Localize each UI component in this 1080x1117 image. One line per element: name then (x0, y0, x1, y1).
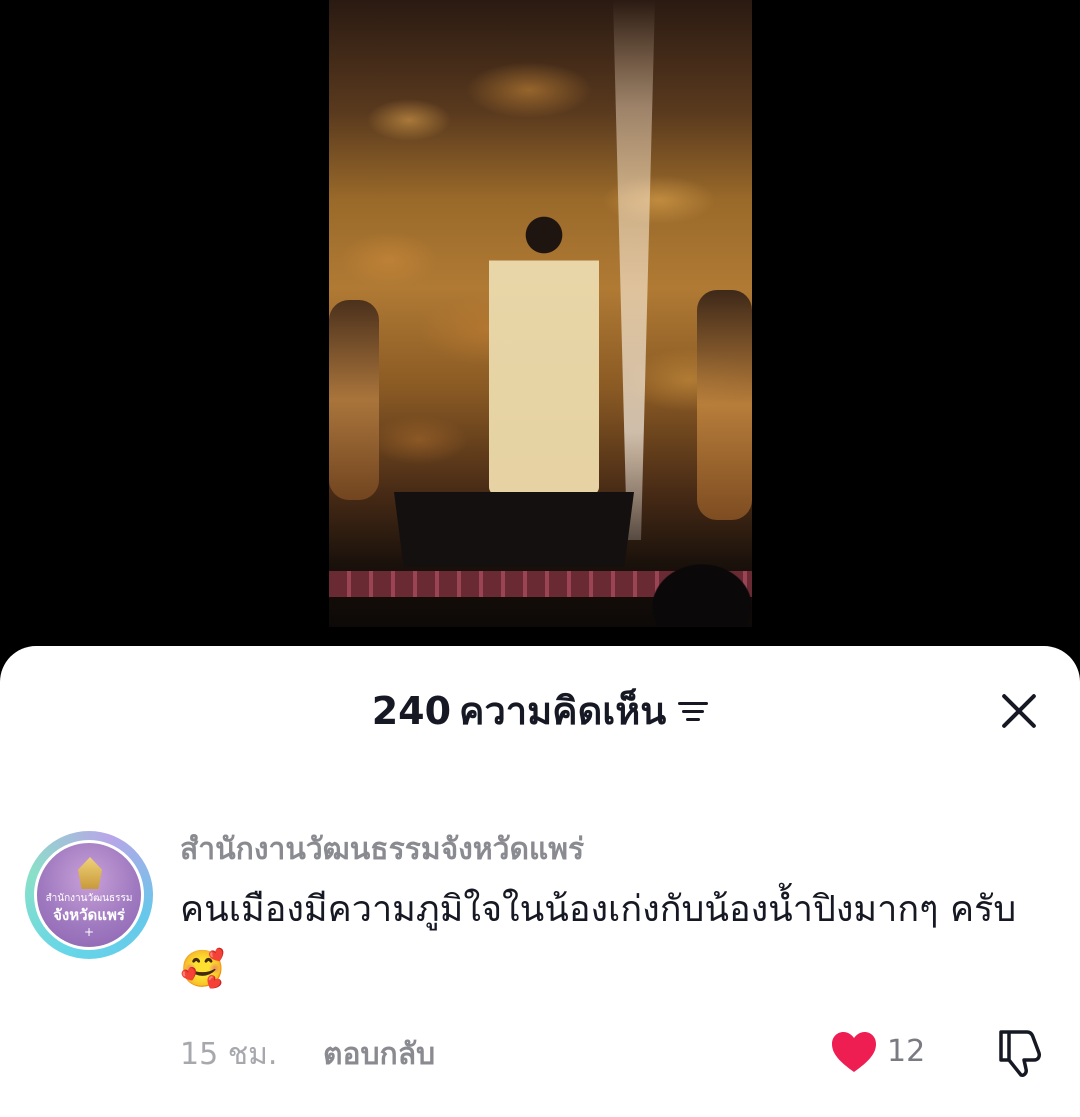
comment-username[interactable]: สำนักงานวัฒนธรรมจังหวัดแพร่ (180, 826, 1040, 874)
stage-podium (394, 492, 634, 567)
avatar-small-text: สำนักงานวัฒนธรรม (45, 893, 133, 904)
performer (489, 205, 599, 495)
audience-silhouette (612, 527, 752, 627)
comment-text: คนเมืองมีความภูมิใจในน้องเก่งกับน้องน้ำป… (180, 889, 1017, 990)
video-player[interactable] (329, 0, 752, 627)
comment-timestamp: 15 ชม. (180, 1037, 278, 1072)
avatar-image: สำนักงานวัฒนธรรม จังหวัดแพร่ + (34, 840, 144, 950)
close-icon[interactable] (998, 690, 1040, 732)
comment-meta: 15 ชม. ตอบกลับ 12 (180, 1026, 1060, 1086)
like-count: 12 (887, 1034, 926, 1069)
screen: 240 ความคิดเห็น สำนักงานวัฒนธรรม จังหวัด… (0, 0, 1080, 1117)
dancer-right (697, 290, 752, 520)
avatar-big-text: จังหวัดแพร่ (53, 906, 125, 924)
thumbs-down-icon (999, 1030, 1041, 1077)
comment-title-label: ความคิดเห็น (459, 689, 667, 733)
comment-body: สำนักงานวัฒนธรรมจังหวัดแพร่ คนเมืองมีควา… (180, 826, 1040, 1000)
emblem-icon (78, 857, 102, 889)
heart-icon (832, 1032, 876, 1072)
comments-title[interactable]: 240 ความคิดเห็น (372, 686, 709, 736)
comments-sheet: 240 ความคิดเห็น สำนักงานวัฒนธรรม จังหวัด… (0, 646, 1080, 1117)
avatar[interactable]: สำนักงานวัฒนธรรม จังหวัดแพร่ + (25, 831, 153, 959)
dislike-button[interactable] (993, 1026, 1043, 1078)
avatar-plus: + (83, 925, 95, 939)
sort-icon[interactable] (678, 698, 709, 724)
like-button[interactable]: 12 (830, 1026, 930, 1078)
dancer-left (329, 300, 379, 500)
reply-button[interactable]: ตอบกลับ (323, 1034, 435, 1076)
comments-header: 240 ความคิดเห็น (0, 686, 1080, 736)
comment-count: 240 (371, 689, 452, 733)
